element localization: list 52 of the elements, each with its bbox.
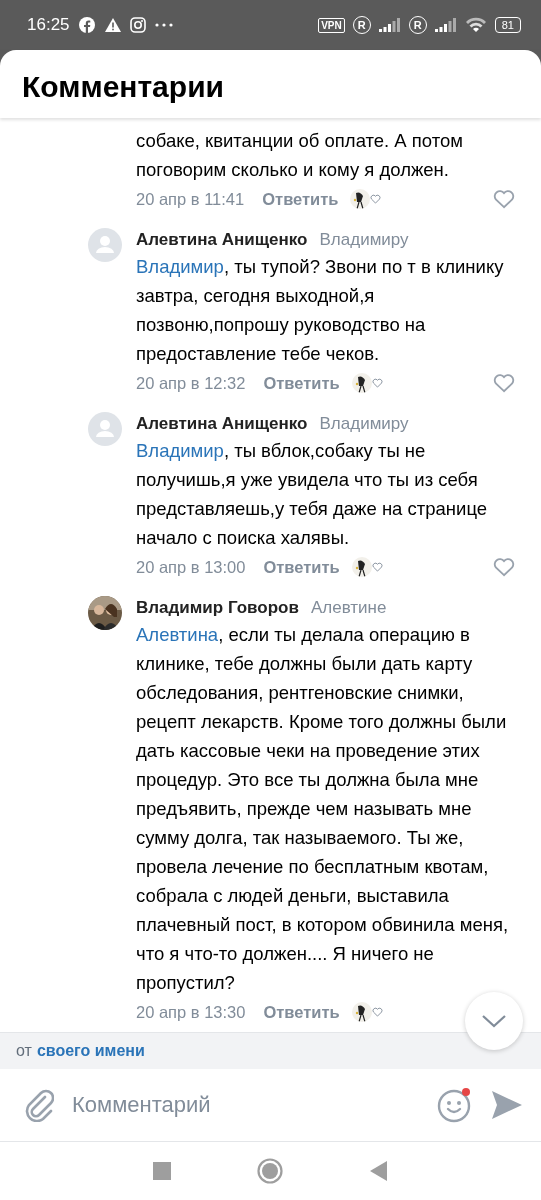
comment-text: собаке, квитанции об оплате. А потом поговорим сколько и кому я должен. [136,129,464,182]
reply-target[interactable]: Владимиру [319,412,409,436]
sender-link[interactable]: своего имени [36,1041,145,1061]
like-button[interactable] [493,373,515,393]
avatar-placeholder-icon [88,412,122,446]
comment-time: 20 апр в 12:32 [136,373,246,393]
attach-icon[interactable] [24,1088,54,1122]
circle-logo-icon [77,16,96,34]
comment-text: Алевтина, если ты делала операцию в клинике, тебе должны были дать карту обследования, рентгеновские снимки, рецепт лекарств. Кроме того должны были дать кассовые чеки на проведение этих процедур. Это все ты должна была мне предъявить, прежде чем называть мне сумму долга, так называемого. Ты же, провела лечение по бесплатным квотам, собрала с людей деньги, выставила плачевный пост, в котором обвинила меня, что я что-то должен.... Я ничего не пропустил? [136,623,510,995]
sender-label: от [16,1041,32,1061]
back-icon[interactable] [369,1161,388,1181]
author-name[interactable]: Алевтина Анищенко [136,412,308,436]
mention-link[interactable]: Алевтина [136,624,219,645]
send-button[interactable] [491,1090,523,1120]
reply-link[interactable]: Ответить [263,373,340,393]
signal-icon [434,18,457,32]
author-name[interactable]: Алевтина Анищенко [136,228,308,252]
like-button[interactable] [493,189,515,209]
clock-time: 16:25 [27,15,70,35]
chevron-down-icon [481,1013,507,1029]
comment-field[interactable]: Комментарий [72,1088,419,1122]
home-icon[interactable] [257,1158,284,1184]
reply-link[interactable]: Ответить [262,189,339,209]
comment-time: 20 апр в 11:41 [136,189,245,209]
author-name[interactable]: Владимир Говоров [136,596,299,620]
warning-icon [103,17,122,33]
signal-icon [378,18,401,32]
mention-link[interactable]: Владимир [136,256,224,277]
heart-icon [371,562,383,572]
comment-time: 20 апр в 13:00 [136,557,246,577]
wifi-icon [464,17,487,33]
more-icon [153,22,174,28]
mention-link[interactable]: Владимир [136,440,224,461]
heart-icon [370,194,382,204]
avatar-placeholder-icon [88,228,122,262]
like-button[interactable] [493,557,515,577]
reply-target[interactable]: Алевтине [310,596,387,620]
emoji-button[interactable] [437,1087,473,1123]
reply-link[interactable]: Ответить [263,1002,340,1022]
vpn-indicator: VPN [318,17,345,33]
scroll-down-button[interactable] [465,992,523,1050]
heart-icon [371,1007,383,1017]
camera-icon [129,17,146,33]
reply-link[interactable]: Ответить [263,557,340,577]
comment-text: Владимир, ты вблок,собаку ты не получишь,я уже увидела что ты из себя представляешь,у тебя даже на странице начало с поиска халявы. [136,439,489,550]
heart-icon [371,378,383,388]
comment-text: Владимир, ты тупой? Звони по т в клинику завтра, сегодня выходной,я позвоню,попрошу руководство на предоставление тебе чеков. [136,255,505,366]
comment-time: 20 апр в 13:30 [136,1002,246,1022]
battery-indicator: 81 [494,17,521,33]
reply-target[interactable]: Владимиру [319,228,409,252]
sheet-title: Комментарии [22,70,225,104]
recents-icon[interactable] [153,1162,172,1180]
